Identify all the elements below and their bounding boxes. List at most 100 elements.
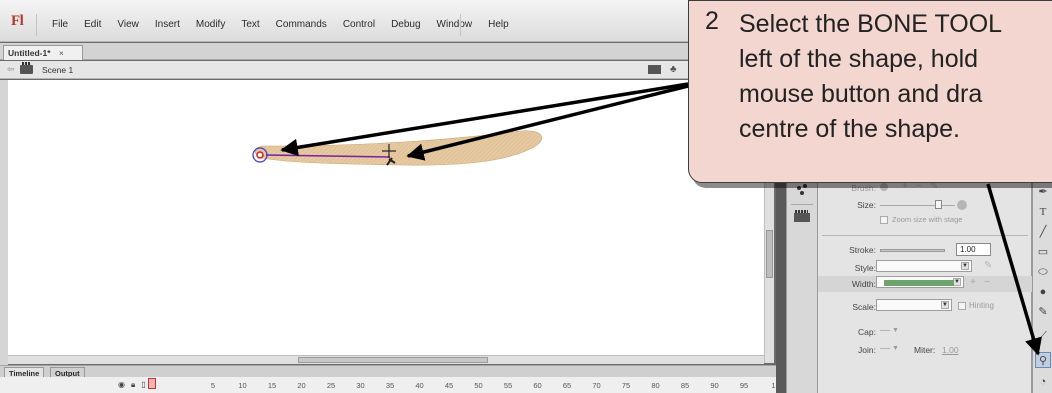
frame-number: 30 [356,381,365,390]
frame-number: 10 [238,381,247,390]
size-row: Size: [818,197,1032,213]
menu-separator [36,14,37,36]
menu-item-modify[interactable]: Modify [188,19,233,30]
line-tool-icon[interactable]: ╱ [1035,224,1051,240]
scroll-thumb[interactable] [298,357,488,363]
stroke-slider[interactable] [880,249,945,252]
cap-row: Cap: — ▼ [818,324,1032,340]
stage[interactable] [8,80,772,355]
frame-number: 90 [710,381,719,390]
lock-icon[interactable]: 🔒︎ [131,380,135,390]
zoom-size-row: Zoom size with stage [818,213,1032,229]
rectangle-tool-icon[interactable]: ▭ [1035,244,1051,260]
playhead[interactable] [148,378,156,389]
text-tool-icon[interactable]: T [1035,204,1051,220]
back-arrow-icon[interactable]: ⇦ [7,64,15,75]
chevron-down-icon[interactable]: ▼ [892,345,899,352]
document-tab-bar: Untitled-1* × [0,43,688,60]
style-dropdown[interactable]: ▼ [876,260,972,272]
edit-symbol-icon[interactable]: ♣ [670,64,677,75]
stroke-label: Stroke: [849,245,876,255]
outline-icon[interactable]: ▯ [141,380,145,390]
edit-scene-icon[interactable] [648,65,661,74]
pencil-tool-icon[interactable]: ✎ [1035,304,1051,320]
hinting-label: Hinting [969,301,994,310]
frame-number: 25 [326,381,336,390]
oval-tool-icon[interactable]: ● [1035,284,1051,300]
oval-tool-icon[interactable]: ⬭ [1035,264,1051,280]
frame-number: 95 [739,381,749,390]
close-tab-icon[interactable]: × [59,48,64,58]
frame-number: 70 [592,381,601,390]
frame-number: 85 [680,381,690,390]
scene-label[interactable]: Scene 1 [42,65,73,75]
menu-item-help[interactable]: Help [480,19,517,30]
scale-dropdown[interactable]: ▼ [876,299,952,311]
add-icon[interactable]: + [970,277,976,288]
size-slider[interactable] [880,205,955,206]
document-tab-label: Untitled-1* [8,48,51,58]
frame-number: 80 [651,381,660,390]
menu-item-commands[interactable]: Commands [268,19,335,30]
size-slider-knob[interactable] [935,200,942,209]
chevron-down-icon: ▼ [961,262,969,270]
frame-number: 75 [621,381,631,390]
paint-bucket-tool-icon[interactable]: ◔ [1035,374,1051,390]
zoom-size-checkbox[interactable] [880,216,888,224]
bone-tool-icon[interactable]: ⚲ [1035,352,1051,368]
menu-item-debug[interactable]: Debug [383,19,428,30]
chevron-down-icon: ▼ [953,278,961,286]
width-row: Width: ▼ + − [818,276,1032,292]
frame-number: 60 [533,381,542,390]
join-label: Join: [858,345,876,355]
style-label: Style: [854,263,876,273]
frame-number: 1 [771,381,776,390]
menu-item-control[interactable]: Control [335,19,383,30]
remove-icon[interactable]: − [984,277,990,288]
frame-number: 55 [503,381,513,390]
frame-number: 50 [474,381,483,390]
miter-label: Miter: [914,345,936,355]
join-style-icon[interactable]: — [880,343,890,354]
menu-item-insert[interactable]: Insert [147,19,188,30]
chevron-down-icon: ▼ [941,301,949,309]
width-profile-swatch [884,280,954,286]
document-tab[interactable]: Untitled-1* × [3,45,83,60]
style-row: Style: ▼ ✎ [818,260,1032,276]
menu-items: File Edit View Insert Modify Text Commands Cont… [44,19,517,30]
timeline-body: ◉ 🔒︎ ▯ 5 10 15 20 25 30 35 40 45 50 55 60 65 70 75 80 85… [0,377,776,393]
brush-tool-icon[interactable]: ⟋ [1035,328,1051,344]
menu-separator [460,14,461,36]
edit-style-icon[interactable]: ✎ [984,260,992,271]
scroll-thumb[interactable] [766,230,773,278]
motion-presets-icon[interactable] [794,210,810,222]
panel-separator [791,204,813,205]
scale-row: Scale: ▼ Hinting [818,299,1032,315]
menu-item-text[interactable]: Text [233,19,267,30]
callout-text: Select the BONE TOOL left of the shape, … [739,10,1003,143]
menu-item-window[interactable]: Window [429,19,481,30]
cap-label: Cap: [858,327,876,337]
stroke-input[interactable]: 1.00 [956,243,991,256]
section-divider [822,235,1028,236]
pasteboard-edge [0,80,8,365]
zoom-size-label: Zoom size with stage [892,215,963,224]
frame-number: 35 [385,381,395,390]
clapperboard-icon [20,62,33,74]
frame-number: 40 [415,381,424,390]
chevron-down-icon[interactable]: ▼ [892,327,899,334]
width-label: Width: [851,279,876,289]
frame-number: 45 [444,381,454,390]
miter-input[interactable]: 1.00 [942,345,959,355]
size-preview-icon [957,200,967,210]
frame-number: 20 [297,381,306,390]
menu-item-view[interactable]: View [109,19,147,30]
horizontal-scrollbar[interactable] [8,355,764,364]
hinting-checkbox[interactable] [958,302,966,310]
menu-item-file[interactable]: File [44,19,76,30]
menu-item-edit[interactable]: Edit [76,19,109,30]
timeline-tab-bar: Timeline Output [0,365,776,378]
instruction-callout: 2 Select the BONE TOOL left of the shape… [688,0,1052,183]
eye-icon[interactable]: ◉ [118,380,125,390]
cap-style-icon[interactable]: — [880,325,890,336]
